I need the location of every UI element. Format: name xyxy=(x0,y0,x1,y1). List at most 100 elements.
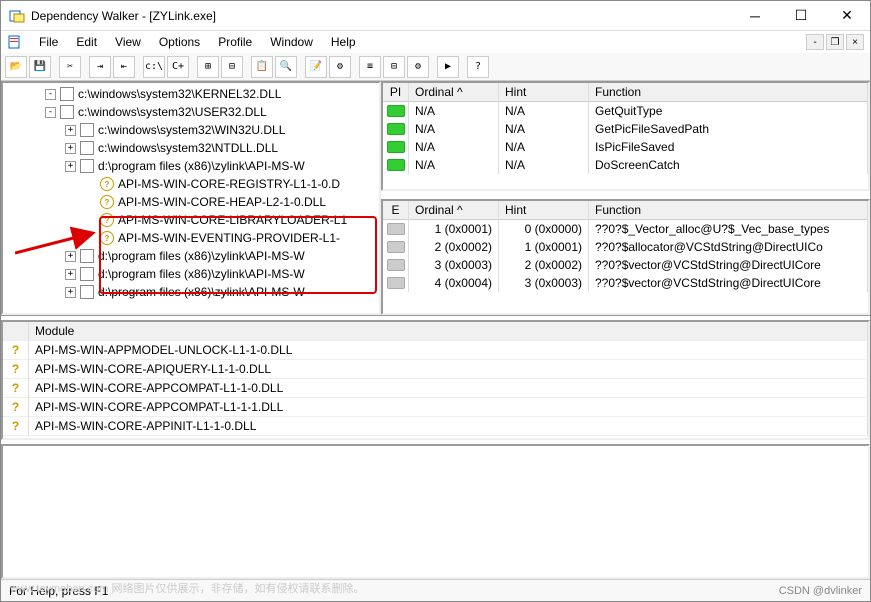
col-function[interactable]: Function xyxy=(589,83,868,102)
tree-item-label: API-MS-WIN-CORE-HEAP-L2-1-0.DLL xyxy=(118,195,326,209)
tree-expander[interactable]: + xyxy=(65,125,76,136)
warning-icon: ? xyxy=(100,177,114,191)
cell-function: ??0?$vector@VCStdString@DirectUICore xyxy=(589,274,868,292)
menu-help[interactable]: Help xyxy=(323,33,364,51)
tree-expander[interactable]: + xyxy=(65,251,76,262)
tree-item[interactable]: +d:\program files (x86)\zylink\API-MS-W xyxy=(5,265,377,283)
tb-props[interactable]: 📝 xyxy=(305,56,327,78)
tb-expand[interactable]: ⊞ xyxy=(197,56,219,78)
export-row[interactable]: 4 (0x0004)3 (0x0003)??0?$vector@VCStdStr… xyxy=(383,274,868,292)
tree-item-label: c:\windows\system32\USER32.DLL xyxy=(78,105,267,119)
tree-item[interactable]: +c:\windows\system32\NTDLL.DLL xyxy=(5,139,377,157)
tb-run[interactable]: ▶ xyxy=(437,56,459,78)
tb-collapse[interactable]: ⊟ xyxy=(221,56,243,78)
imports-header: PI Ordinal ^ Hint Function xyxy=(383,83,868,102)
cell-ordinal: 1 (0x0001) xyxy=(409,220,499,238)
mdi-close[interactable]: × xyxy=(846,34,864,50)
tree-item-label: c:\windows\system32\WIN32U.DLL xyxy=(98,123,285,137)
menu-view[interactable]: View xyxy=(107,33,149,51)
col-module-icon[interactable] xyxy=(3,322,29,341)
tb-help[interactable]: ? xyxy=(467,56,489,78)
close-button[interactable]: ✕ xyxy=(824,1,870,31)
tb-tree[interactable]: ⊟ xyxy=(383,56,405,78)
tb-cpath[interactable]: c:\ xyxy=(143,56,165,78)
tree-item[interactable]: +d:\program files (x86)\zylink\API-MS-W xyxy=(5,283,377,301)
cell-hint: N/A xyxy=(499,156,589,174)
tb-cfg[interactable]: ⚙ xyxy=(407,56,429,78)
imports-grid[interactable]: PI Ordinal ^ Hint Function N/AN/AGetQuit… xyxy=(381,81,870,191)
cell-function: ??0?$_Vector_alloc@U?$_Vec_base_types xyxy=(589,220,868,238)
modules-pane[interactable]: Module ?API-MS-WIN-APPMODEL-UNLOCK-L1-1-… xyxy=(1,320,870,440)
tree-item[interactable]: -c:\windows\system32\KERNEL32.DLL xyxy=(5,85,377,103)
tb-cut[interactable]: ✂ xyxy=(59,56,81,78)
tree-item[interactable]: - c:\windows\system32\USER32.DLL xyxy=(5,103,377,121)
col-ordinal[interactable]: Ordinal ^ xyxy=(409,83,499,102)
maximize-button[interactable]: ☐ xyxy=(778,1,824,31)
dependency-tree-pane[interactable]: -c:\windows\system32\KERNEL32.DLL-c:\win… xyxy=(1,81,381,315)
status-text: For Help, press F1 xyxy=(9,584,108,598)
tb-fullpath[interactable]: ⇤ xyxy=(113,56,135,78)
mdi-minimize[interactable]: - xyxy=(806,34,824,50)
tree-item[interactable]: + c:\windows\system32\WIN32U.DLL xyxy=(5,121,377,139)
tb-sysinfo[interactable]: ⚙ xyxy=(329,56,351,78)
col-module[interactable]: Module xyxy=(29,322,868,341)
cell-ordinal: 3 (0x0003) xyxy=(409,256,499,274)
dll-icon xyxy=(80,159,94,173)
tree-item[interactable]: ?API-MS-WIN-CORE-LIBRARYLOADER-L1 xyxy=(5,211,377,229)
mdi-restore[interactable]: ❐ xyxy=(826,34,844,50)
dll-icon xyxy=(80,141,94,155)
tree-item[interactable]: +d:\program files (x86)\zylink\API-MS-W xyxy=(5,247,377,265)
module-row[interactable]: ?API-MS-WIN-CORE-APIQUERY-L1-1-0.DLL xyxy=(3,360,868,379)
tree-item[interactable]: +d:\program files (x86)\zylink\API-MS-W xyxy=(5,157,377,175)
export-row[interactable]: 1 (0x0001)0 (0x0000)??0?$_Vector_alloc@U… xyxy=(383,220,868,238)
import-row[interactable]: N/AN/ADoScreenCatch xyxy=(383,156,868,174)
import-row[interactable]: N/AN/AIsPicFileSaved xyxy=(383,138,868,156)
module-row[interactable]: ?API-MS-WIN-APPMODEL-UNLOCK-L1-1-0.DLL xyxy=(3,341,868,360)
menu-options[interactable]: Options xyxy=(151,33,208,51)
menu-profile[interactable]: Profile xyxy=(210,33,260,51)
tree-expander[interactable]: + xyxy=(65,143,76,154)
status-right: CSDN @dvlinker xyxy=(779,585,862,597)
top-split: -c:\windows\system32\KERNEL32.DLL-c:\win… xyxy=(1,81,870,316)
export-row[interactable]: 3 (0x0003)2 (0x0002)??0?$vector@VCStdStr… xyxy=(383,256,868,274)
import-row[interactable]: N/AN/AGetPicFileSavedPath xyxy=(383,120,868,138)
exports-grid[interactable]: E Ordinal ^ Hint Function 1 (0x0001)0 (0… xyxy=(381,199,870,315)
tb-list[interactable]: ≡ xyxy=(359,56,381,78)
tb-undecorate[interactable]: C+ xyxy=(167,56,189,78)
tree-expander[interactable]: + xyxy=(65,161,76,172)
col-ordinal[interactable]: Ordinal ^ xyxy=(409,201,499,220)
module-row[interactable]: ?API-MS-WIN-CORE-APPCOMPAT-L1-1-1.DLL xyxy=(3,398,868,417)
tree-expander[interactable]: + xyxy=(65,287,76,298)
tb-open[interactable]: 📂 xyxy=(5,56,27,78)
module-row[interactable]: ?API-MS-WIN-CORE-APPCOMPAT-L1-1-0.DLL xyxy=(3,379,868,398)
log-pane[interactable] xyxy=(1,444,870,579)
col-pi[interactable]: PI xyxy=(383,83,409,102)
tb-autoexpand[interactable]: ⇥ xyxy=(89,56,111,78)
tb-save[interactable]: 💾 xyxy=(29,56,51,78)
dll-icon xyxy=(80,123,94,137)
tree-item[interactable]: ?API-MS-WIN-CORE-REGISTRY-L1-1-0.D xyxy=(5,175,377,193)
menu-window[interactable]: Window xyxy=(262,33,321,51)
tb-copy[interactable]: 📋 xyxy=(251,56,273,78)
minimize-button[interactable]: ─ xyxy=(732,1,778,31)
dll-icon xyxy=(60,87,74,101)
right-split: PI Ordinal ^ Hint Function N/AN/AGetQuit… xyxy=(381,81,870,315)
col-hint[interactable]: Hint xyxy=(499,201,589,220)
tree-expander[interactable]: + xyxy=(65,269,76,280)
tree-item[interactable]: ?API-MS-WIN-EVENTING-PROVIDER-L1- xyxy=(5,229,377,247)
tree-item[interactable]: ?API-MS-WIN-CORE-HEAP-L2-1-0.DLL xyxy=(5,193,377,211)
menu-edit[interactable]: Edit xyxy=(68,33,105,51)
module-row[interactable]: ?API-MS-WIN-CORE-APPINIT-L1-1-0.DLL xyxy=(3,417,868,436)
col-e[interactable]: E xyxy=(383,201,409,220)
import-row[interactable]: N/AN/AGetQuitType xyxy=(383,102,868,120)
tb-find[interactable]: 🔍 xyxy=(275,56,297,78)
menu-file[interactable]: File xyxy=(31,33,66,51)
cell-hint: 2 (0x0002) xyxy=(499,256,589,274)
status-badge xyxy=(387,123,405,135)
col-function[interactable]: Function xyxy=(589,201,868,220)
col-hint[interactable]: Hint xyxy=(499,83,589,102)
tree-expander[interactable]: - xyxy=(45,107,56,118)
tree-expander[interactable]: - xyxy=(45,89,56,100)
export-row[interactable]: 2 (0x0002)1 (0x0001)??0?$allocator@VCStd… xyxy=(383,238,868,256)
dll-icon xyxy=(80,249,94,263)
